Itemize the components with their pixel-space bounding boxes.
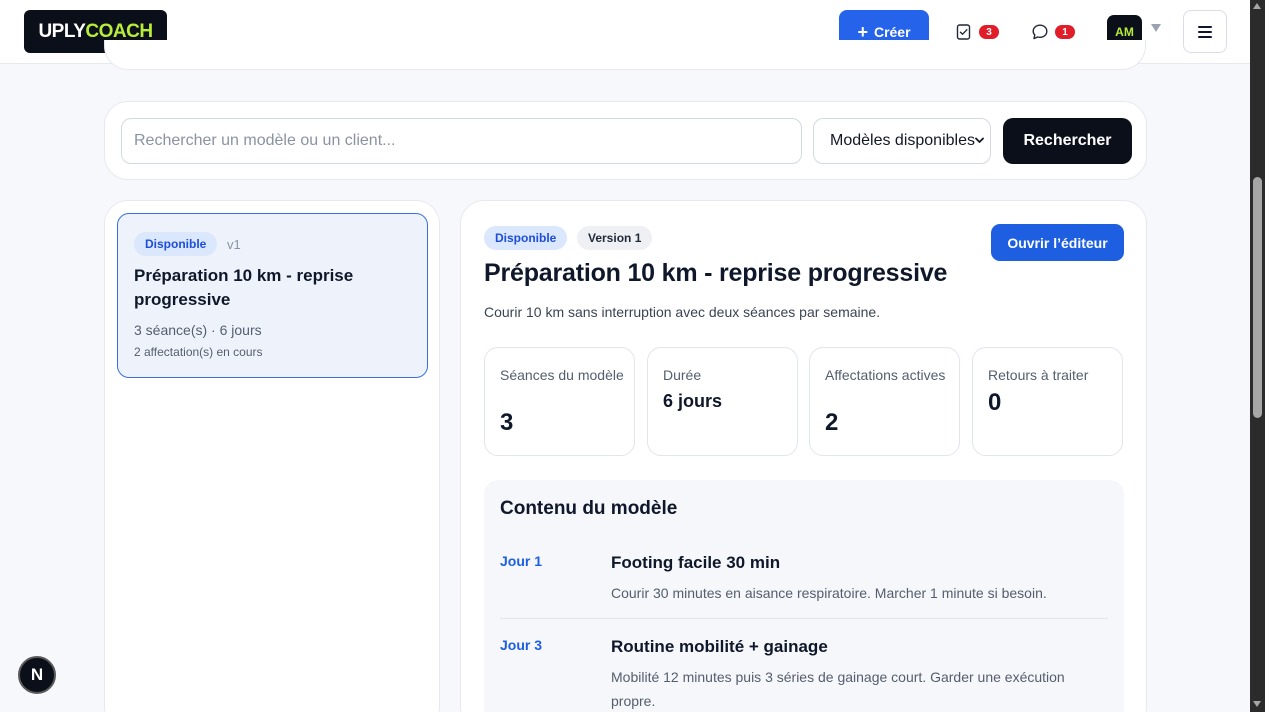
model-list-panel: Disponible v1 Préparation 10 km - repris… xyxy=(104,200,440,712)
checklist-icon xyxy=(956,24,971,40)
create-button-label: Créer xyxy=(873,23,911,40)
list-item[interactable]: Disponible v1 Préparation 10 km - repris… xyxy=(117,213,428,378)
list-item-title: Préparation 10 km - reprise progressive xyxy=(134,266,354,309)
status-badge: Disponible xyxy=(484,226,568,250)
messages-count-badge: 1 xyxy=(1055,25,1075,39)
search-input[interactable] xyxy=(121,118,802,164)
model-filter-value: Modèles disponibles xyxy=(830,132,975,149)
chat-bubble-icon xyxy=(1032,24,1048,40)
model-detail-panel: Disponible Version 1 Ouvrir l’éditeur Pr… xyxy=(460,200,1147,712)
page-title: Préparation 10 km - reprise progressive xyxy=(484,259,948,287)
tasks-count-badge: 3 xyxy=(979,25,999,39)
list-item-meta: 3 séance(s) · 6 jours xyxy=(134,322,262,338)
plus-icon: + xyxy=(857,21,868,42)
stat-label: Retours à traiter xyxy=(988,367,1089,383)
version-badge: Version 1 xyxy=(577,226,653,250)
scroll-up-arrow-icon[interactable] xyxy=(1253,3,1261,9)
session-name: Footing facile 30 min xyxy=(611,553,781,572)
model-description: Courir 10 km sans interruption avec deux… xyxy=(484,304,881,320)
model-content-section: Contenu du modèle Jour 1 Footing facile … xyxy=(484,480,1124,712)
session-day: Jour 3 xyxy=(500,637,543,653)
model-filter-select[interactable]: Modèles disponibles xyxy=(813,118,991,164)
stat-card-feedback: Retours à traiter 0 xyxy=(972,347,1123,456)
logo-text-uply: UPLY xyxy=(38,20,86,42)
status-badge: Disponible xyxy=(134,232,218,256)
stat-label: Durée xyxy=(663,367,702,383)
search-button[interactable]: Rechercher xyxy=(1003,118,1132,164)
stat-card-active-assignments: Affectations actives 2 xyxy=(809,347,960,456)
version-label: v1 xyxy=(227,237,241,252)
previous-card-edge xyxy=(104,40,1146,70)
scrollbar[interactable] xyxy=(1250,0,1265,712)
stat-card-duration: Durée 6 jours xyxy=(647,347,798,456)
stat-value: 3 xyxy=(500,409,514,436)
dev-tools-badge[interactable]: N xyxy=(18,656,56,694)
hamburger-icon xyxy=(1198,25,1212,38)
open-editor-button[interactable]: Ouvrir l’éditeur xyxy=(991,224,1124,261)
chevron-down-icon xyxy=(975,137,984,143)
menu-button[interactable] xyxy=(1183,10,1227,53)
stat-value: 0 xyxy=(988,389,1002,416)
divider xyxy=(500,618,1108,619)
chevron-down-icon[interactable] xyxy=(1151,24,1161,32)
scrollbar-thumb[interactable] xyxy=(1253,177,1262,418)
stat-card-sessions: Séances du modèle 3 xyxy=(484,347,635,456)
stat-label: Affectations actives xyxy=(825,367,946,383)
session-day: Jour 1 xyxy=(500,553,543,569)
section-title: Contenu du modèle xyxy=(500,498,678,519)
search-bar: Modèles disponibles Rechercher xyxy=(104,101,1147,180)
scroll-down-arrow-icon[interactable] xyxy=(1253,701,1261,707)
session-description: Mobilité 12 minutes puis 3 séries de gai… xyxy=(611,669,1065,709)
session-description: Courir 30 minutes en aisance respiratoir… xyxy=(611,585,1047,601)
stat-value: 6 jours xyxy=(663,391,723,411)
stat-value: 2 xyxy=(825,409,839,436)
list-item-assignments: 2 affectation(s) en cours xyxy=(134,345,263,359)
stat-label: Séances du modèle xyxy=(500,367,624,383)
session-name: Routine mobilité + gainage xyxy=(611,637,828,656)
